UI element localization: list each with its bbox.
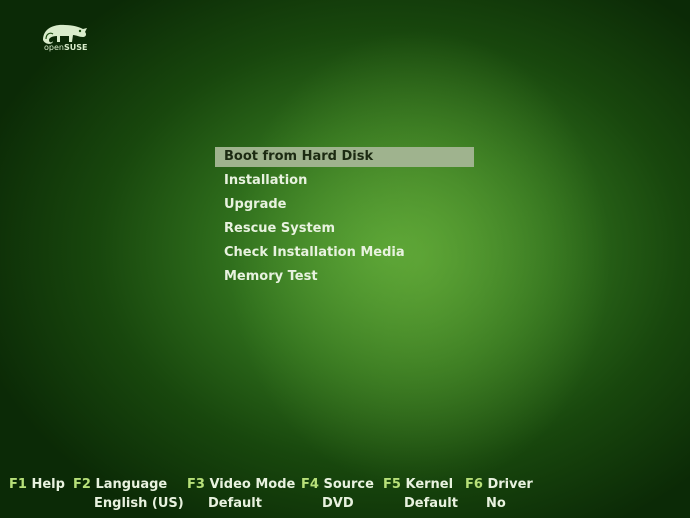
fkey-source-value: DVD [322, 496, 354, 511]
menu-item-memory-test[interactable]: Memory Test [215, 267, 474, 287]
fkey-source-key: F4 [301, 477, 319, 492]
fkey-language[interactable]: F2 Language [73, 477, 167, 493]
menu-item-installation[interactable]: Installation [215, 171, 474, 191]
fkey-source[interactable]: F4 Source [301, 477, 374, 493]
menu-item-upgrade[interactable]: Upgrade [215, 195, 474, 215]
fkey-video-mode-value: Default [208, 496, 262, 511]
fkey-driver-value: No [486, 496, 506, 511]
fkey-video-mode-label: Video Mode [209, 477, 296, 492]
fkey-kernel[interactable]: F5 Kernel [383, 477, 453, 493]
fkey-driver-label: Driver [487, 477, 533, 492]
fkey-driver[interactable]: F6 Driver [465, 477, 533, 493]
fkey-help-label: Help [31, 477, 65, 492]
fkey-source-label: Source [323, 477, 374, 492]
fkey-kernel-value: Default [404, 496, 458, 511]
fkey-language-label: Language [95, 477, 168, 492]
menu-item-rescue-system[interactable]: Rescue System [215, 219, 474, 239]
boot-menu: Boot from Hard Disk Installation Upgrade… [215, 147, 474, 291]
fkey-language-key: F2 [73, 477, 91, 492]
fkey-video-mode-key: F3 [187, 477, 205, 492]
logo-wordmark: openSUSE [44, 43, 88, 52]
fkey-driver-key: F6 [465, 477, 483, 492]
fkey-language-value: English (US) [94, 496, 184, 511]
menu-item-boot-from-hard-disk[interactable]: Boot from Hard Disk [215, 147, 474, 167]
fkey-help-key: F1 [9, 477, 27, 492]
fkey-help[interactable]: F1 Help [9, 477, 65, 493]
fkey-kernel-label: Kernel [405, 477, 454, 492]
menu-item-check-installation-media[interactable]: Check Installation Media [215, 243, 474, 263]
fkey-video-mode[interactable]: F3 Video Mode [187, 477, 295, 493]
fkey-kernel-key: F5 [383, 477, 401, 492]
